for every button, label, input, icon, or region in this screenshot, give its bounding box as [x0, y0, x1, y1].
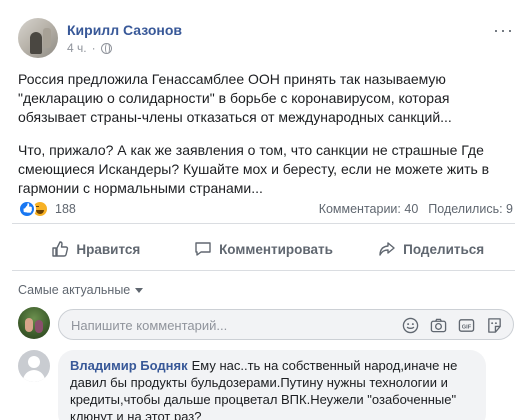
divider: [12, 270, 515, 271]
comment-sort-dropdown[interactable]: Самые актуальные: [18, 283, 144, 297]
current-user-avatar[interactable]: [18, 307, 50, 339]
post-stats: 188 Комментарии: 40 Поделились: 9: [18, 198, 513, 220]
post-body: Россия предложила Генассамблее ООН приня…: [18, 70, 513, 212]
share-icon: [379, 242, 395, 256]
post-paragraph: Что, прижало? А как же заявления о том, …: [18, 142, 490, 196]
commenter-name[interactable]: Владимир Бодняк: [70, 358, 188, 373]
commenter-avatar[interactable]: [18, 350, 50, 382]
author-name[interactable]: Кирилл Сазонов: [67, 22, 182, 38]
comments-count[interactable]: Комментарии: 40: [319, 202, 419, 216]
dot-separator: ·: [91, 41, 96, 55]
comment-button[interactable]: Комментировать: [180, 232, 348, 266]
comment-composer: GIF: [58, 309, 514, 340]
like-label: Нравится: [76, 241, 141, 257]
divider: [12, 223, 515, 224]
post-meta: 4 ч. ·: [67, 41, 112, 55]
camera-icon[interactable]: [429, 316, 447, 334]
caret-down-icon: [135, 287, 144, 293]
comment-input[interactable]: [71, 316, 381, 334]
svg-text:GIF: GIF: [461, 324, 471, 330]
post-card: Кирилл Сазонов 4 ч. · ··· Россия предлож…: [0, 0, 527, 420]
like-button[interactable]: Нравится: [12, 232, 180, 266]
post-time[interactable]: 4 ч.: [67, 41, 87, 55]
comment-icon: [195, 242, 211, 256]
author-avatar[interactable]: [18, 18, 58, 58]
emoji-icon[interactable]: [401, 316, 419, 334]
more-options-button[interactable]: ···: [493, 20, 514, 41]
globe-icon[interactable]: [100, 42, 112, 54]
sticker-icon[interactable]: [485, 316, 503, 334]
post-paragraph: Россия предложила Генассамблее ООН приня…: [18, 71, 452, 125]
reactions-count[interactable]: 188: [55, 202, 76, 216]
comment-bubble: Владимир Бодняк Ему нас..ть на собственны…: [58, 350, 486, 420]
post-actions: Нравится Комментировать Поделиться: [12, 232, 515, 266]
like-icon: [52, 241, 69, 257]
share-label: Поделиться: [403, 241, 485, 257]
composer-icons: GIF: [401, 316, 503, 334]
gif-icon[interactable]: GIF: [457, 316, 475, 334]
sort-label: Самые актуальные: [18, 283, 131, 297]
comment-label: Комментировать: [219, 241, 333, 257]
share-button[interactable]: Поделиться: [347, 232, 515, 266]
like-reaction-icon[interactable]: [18, 200, 36, 218]
shares-count[interactable]: Поделились: 9: [428, 202, 513, 216]
